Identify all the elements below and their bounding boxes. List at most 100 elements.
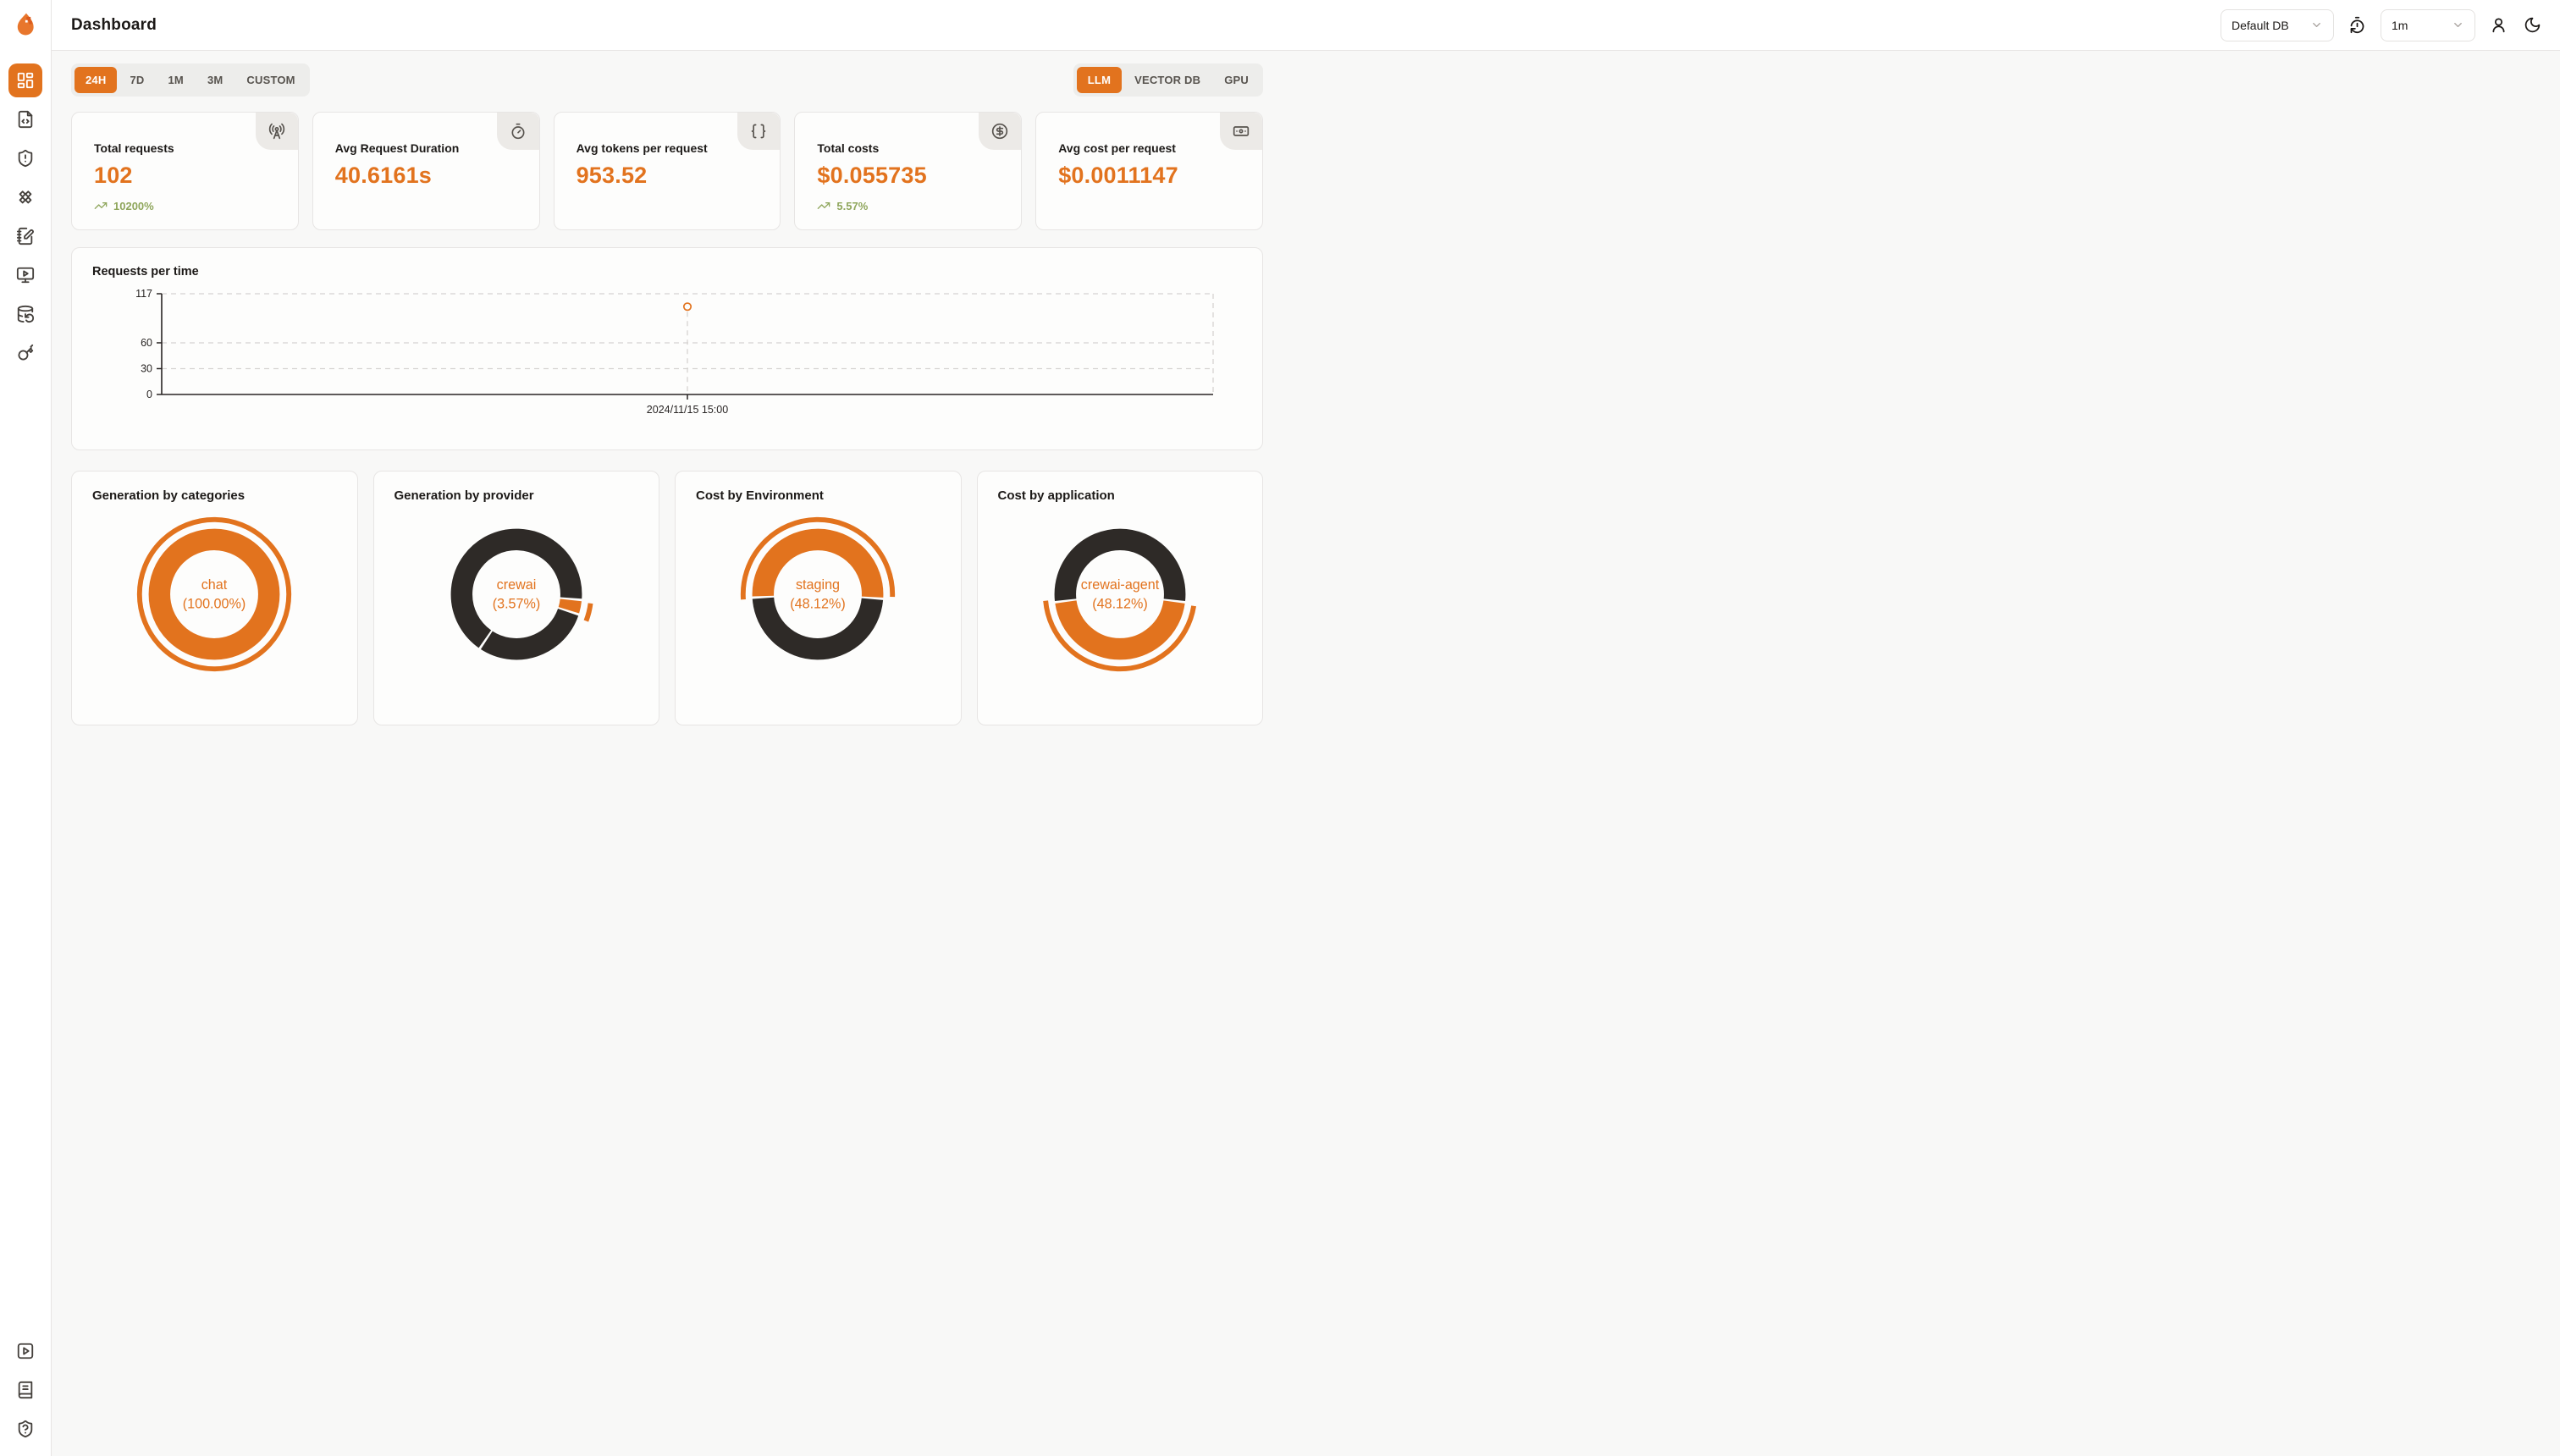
layout-dashboard-icon [16,71,35,90]
header: Dashboard Default DB 1m [52,0,2560,51]
donut-title: Generation by provider [394,488,639,503]
trending-up-icon [94,199,108,212]
stat-trend: 5.57% [817,199,1021,212]
tab-24h[interactable]: 24H [74,67,117,93]
book-icon [16,1381,35,1399]
svg-text:crewai: crewai [496,577,536,593]
cost-by-application-donut[interactable]: crewai-agent (48.12%) [998,511,1243,677]
sidebar-item-documentation[interactable] [8,1373,42,1407]
tab-7d[interactable]: 7D [119,67,155,93]
chevron-down-icon [2310,19,2323,31]
tab-vector-db[interactable]: VECTOR DB [1123,67,1211,93]
banknote-icon [1220,113,1262,150]
app-logo[interactable] [0,0,51,51]
svg-text:117: 117 [135,288,152,300]
database-backup-icon [16,305,35,323]
user-icon [2490,16,2508,34]
svg-text:30: 30 [141,362,152,374]
sidebar-item-dashboard[interactable] [8,63,42,97]
stat-value: $0.0011147 [1058,163,1262,189]
timer-icon [497,113,539,150]
tab-gpu[interactable]: GPU [1213,67,1260,93]
donut-cards-row: Generation by categories chat (100.00%) G… [71,471,1263,725]
braces-icon [737,113,780,150]
interval-select-value: 1m [2392,19,2408,32]
svg-text:(100.00%): (100.00%) [183,597,246,612]
sidebar-item-support[interactable] [8,1412,42,1446]
svg-text:chat: chat [201,577,228,593]
radio-tower-icon [256,113,298,150]
svg-text:(48.12%): (48.12%) [1092,597,1148,612]
sidebar-item-prompt-hub[interactable] [8,180,42,214]
donut-title: Generation by categories [92,488,337,503]
svg-text:(48.12%): (48.12%) [790,597,846,612]
svg-text:staging: staging [796,577,840,593]
stat-value: $0.055735 [817,163,1021,189]
requests-line-chart[interactable]: 0 30 60 117 2024/11/15 15:00 [92,284,1242,429]
stat-value: 40.6161s [335,163,539,189]
time-range-tabs: 24H 7D 1M 3M CUSTOM [71,63,310,97]
svg-text:crewai-agent: crewai-agent [1081,577,1160,593]
theme-toggle-button[interactable] [2522,14,2543,36]
sidebar-item-exceptions[interactable] [8,141,42,175]
tab-3m[interactable]: 3M [196,67,234,93]
sidebar [0,0,52,1456]
sidebar-item-playground[interactable] [8,258,42,292]
profile-button[interactable] [2488,14,2509,36]
key-icon [16,344,35,362]
cost-by-environment-donut[interactable]: staging (48.12%) [696,511,941,677]
refresh-interval-button[interactable] [2347,14,2368,36]
sidebar-item-vault[interactable] [8,219,42,253]
sidebar-bottom-nav [8,1334,42,1456]
svg-text:2024/11/15 15:00: 2024/11/15 15:00 [647,404,728,416]
page-title: Dashboard [71,16,157,35]
donut-title: Cost by application [998,488,1243,503]
sidebar-nav [8,63,42,370]
donut-title: Cost by Environment [696,488,941,503]
donut-card-cost-by-environment: Cost by Environment staging (48.12%) [675,471,962,725]
stat-value: 102 [94,163,298,189]
moon-icon [2524,16,2541,34]
file-code-icon [16,110,35,129]
tab-llm[interactable]: LLM [1077,67,1122,93]
shield-alert-icon [16,149,35,168]
generation-by-provider-donut[interactable]: crewai(3.57%) [394,511,639,677]
main-content: 24H 7D 1M 3M CUSTOM LLM VECTOR DB GPU To… [52,0,1280,725]
generation-by-categories-donut[interactable]: chat (100.00%) [92,511,337,677]
stat-card-total-costs: Total costs $0.055735 5.57% [794,112,1022,230]
sidebar-item-database-config[interactable] [8,297,42,331]
svg-text:60: 60 [141,337,152,349]
flame-logo-icon [14,13,36,38]
stat-card-avg-cost: Avg cost per request $0.0011147 [1035,112,1263,230]
sidebar-item-api-keys[interactable] [8,336,42,370]
stat-value: 953.52 [577,163,781,189]
donut-card-cost-by-application: Cost by application crewai-agent (48.12%) [977,471,1264,725]
stat-card-avg-tokens: Avg tokens per request 953.52 [554,112,781,230]
monitor-play-icon [16,266,35,284]
square-play-icon [16,1342,35,1360]
sidebar-item-demo-video[interactable] [8,1334,42,1368]
sidebar-item-requests[interactable] [8,102,42,136]
notebook-pen-icon [16,227,35,245]
scope-tabs: LLM VECTOR DB GPU [1073,63,1263,97]
donut-card-generation-by-categories: Generation by categories chat (100.00%) [71,471,358,725]
requests-per-time-card: Requests per time 0 30 60 117 2024/11/15 15:… [71,247,1263,450]
shield-question-icon [16,1420,35,1438]
database-select-value: Default DB [2232,19,2289,32]
stat-cards-row: Total requests 102 10200% Avg Request Du… [71,112,1263,230]
chart-title: Requests per time [92,265,1242,279]
svg-text:0: 0 [146,389,152,400]
circle-dollar-sign-icon [979,113,1021,150]
donut-card-generation-by-provider: Generation by provider crewai(3.57%) [373,471,660,725]
trending-up-icon [817,199,830,212]
stat-trend: 10200% [94,199,298,212]
database-select[interactable]: Default DB [2221,9,2334,41]
interval-select[interactable]: 1m [2381,9,2475,41]
stat-card-total-requests: Total requests 102 10200% [71,112,299,230]
stat-card-avg-duration: Avg Request Duration 40.6161s [312,112,540,230]
timer-reset-icon [2348,16,2366,34]
tab-1m[interactable]: 1M [157,67,194,93]
tab-custom[interactable]: CUSTOM [235,67,306,93]
shapes-icon [16,188,35,207]
chevron-down-icon [2452,19,2464,31]
